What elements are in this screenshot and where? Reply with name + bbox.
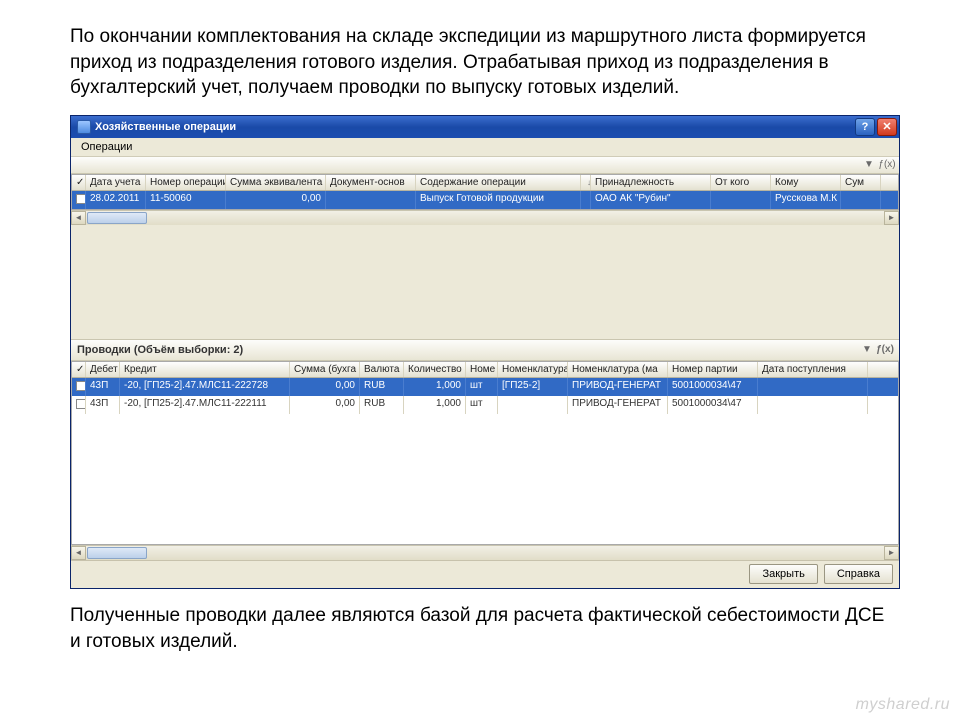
button-bar: Закрыть Справка	[71, 560, 899, 588]
lower-scrollbar[interactable]: ◄ ►	[71, 545, 899, 560]
cell-sum: 0,00	[290, 378, 360, 396]
col-nomen[interactable]: Номенклатура	[498, 362, 568, 377]
operations-grid-header: ✓ Дата учета Номер операции Сумма эквива…	[72, 175, 898, 191]
col-currency[interactable]: Валюта	[360, 362, 404, 377]
col-unit[interactable]: Номе	[466, 362, 498, 377]
postings-panel-header: Проводки (Объём выборки: 2) ▼ ƒ(x)	[71, 339, 899, 361]
col-batch[interactable]: Номер партии	[668, 362, 758, 377]
col-debit[interactable]: Дебет	[86, 362, 120, 377]
cell-content: Выпуск Готовой продукции	[416, 191, 581, 209]
cell-unit: шт	[466, 378, 498, 396]
postings-grid-row[interactable]: 43П -20, [ГП25-2].47.МЛС11-222728 0,00 R…	[72, 378, 898, 396]
col-credit[interactable]: Кредит	[120, 362, 290, 377]
cell-debit: 43П	[86, 396, 120, 414]
formula-icon[interactable]: ƒ(x)	[877, 343, 893, 357]
close-button[interactable]: Закрыть	[749, 564, 817, 584]
scroll-thumb[interactable]	[87, 212, 147, 224]
col-sum[interactable]: Сумма (бухга	[290, 362, 360, 377]
col-doc[interactable]: Документ-основ	[326, 175, 416, 190]
cell-sum: 0,00	[226, 191, 326, 209]
help-button[interactable]: Справка	[824, 564, 893, 584]
postings-panel-title: Проводки (Объём выборки: 2)	[77, 344, 243, 356]
cell-number: 11-50060	[146, 191, 226, 209]
cell-qty: 1,000	[404, 378, 466, 396]
titlebar: Хозяйственные операции ? ✕	[71, 116, 899, 138]
formula-icon[interactable]: ƒ(x)	[879, 158, 895, 172]
operations-grid-row[interactable]: 28.02.2011 11-50060 0,00 Выпуск Готовой …	[72, 191, 898, 209]
cell-doc	[326, 191, 416, 209]
toolstrip-upper: ▼ ƒ(x)	[71, 157, 899, 174]
app-icon	[77, 120, 91, 134]
cell-sumcol	[841, 191, 881, 209]
cell-nomen-m: ПРИВОД-ГЕНЕРАТ	[568, 396, 668, 414]
close-window-button[interactable]: ✕	[877, 118, 897, 136]
cell-batch: 5001000034\47	[668, 396, 758, 414]
help-button[interactable]: ?	[855, 118, 875, 136]
filter-icon[interactable]: ▼	[861, 158, 877, 172]
row-checkbox[interactable]	[76, 381, 86, 391]
cell-credit: -20, [ГП25-2].47.МЛС11-222111	[120, 396, 290, 414]
upper-scrollbar[interactable]: ◄ ►	[71, 210, 899, 225]
col-sumcol[interactable]: Сум	[841, 175, 881, 190]
col-owner[interactable]: Принадлежность	[591, 175, 711, 190]
col-nomen-m[interactable]: Номенклатура (ма	[568, 362, 668, 377]
window-title: Хозяйственные операции	[95, 121, 853, 133]
outro-text: Полученные проводки далее являются базой…	[0, 589, 960, 654]
scroll-thumb[interactable]	[87, 547, 147, 559]
watermark: myshared.ru	[856, 696, 950, 714]
col-to[interactable]: Кому	[771, 175, 841, 190]
cell-qty: 1,000	[404, 396, 466, 414]
app-window: Хозяйственные операции ? ✕ Операции ▼ ƒ(…	[70, 115, 900, 589]
cell-date: 28.02.2011	[86, 191, 146, 209]
postings-grid-header: ✓ Дебет Кредит Сумма (бухга Валюта Колич…	[72, 362, 898, 378]
col-check[interactable]: ✓	[72, 175, 86, 190]
menu-operations[interactable]: Операции	[75, 139, 138, 155]
cell-nomen-m: ПРИВОД-ГЕНЕРАТ	[568, 378, 668, 396]
cell-from	[711, 191, 771, 209]
col-number[interactable]: Номер операции	[146, 175, 226, 190]
scroll-right-icon[interactable]: ►	[884, 546, 899, 560]
col-sum[interactable]: Сумма эквивалента	[226, 175, 326, 190]
row-checkbox[interactable]	[76, 194, 86, 204]
cell-credit: -20, [ГП25-2].47.МЛС11-222728	[120, 378, 290, 396]
cell-nomen	[498, 396, 568, 414]
cell-batch: 5001000034\47	[668, 378, 758, 396]
col-date[interactable]: Дата учета	[86, 175, 146, 190]
col-check[interactable]: ✓	[72, 362, 86, 377]
sort-indicator[interactable]: ↓	[581, 175, 591, 190]
scroll-right-icon[interactable]: ►	[884, 211, 899, 225]
cell-date-in	[758, 396, 868, 414]
postings-grid[interactable]: ✓ Дебет Кредит Сумма (бухга Валюта Колич…	[71, 361, 899, 545]
col-date-in[interactable]: Дата поступления	[758, 362, 868, 377]
cell-date-in	[758, 378, 868, 396]
filter-icon[interactable]: ▼	[859, 343, 875, 357]
cell-owner: ОАО АК "Рубин"	[591, 191, 711, 209]
col-qty[interactable]: Количество	[404, 362, 466, 377]
col-content[interactable]: Содержание операции	[416, 175, 581, 190]
cell-nomen: [ГП25-2]	[498, 378, 568, 396]
scroll-left-icon[interactable]: ◄	[71, 211, 86, 225]
cell-currency: RUB	[360, 396, 404, 414]
col-from[interactable]: От кого	[711, 175, 771, 190]
operations-grid[interactable]: ✓ Дата учета Номер операции Сумма эквива…	[71, 174, 899, 210]
row-checkbox[interactable]	[76, 399, 86, 409]
cell-unit: шт	[466, 396, 498, 414]
cell-currency: RUB	[360, 378, 404, 396]
cell-sum: 0,00	[290, 396, 360, 414]
cell-to: Русскова М.К	[771, 191, 841, 209]
postings-grid-row[interactable]: 43П -20, [ГП25-2].47.МЛС11-222111 0,00 R…	[72, 396, 898, 414]
menubar: Операции	[71, 138, 899, 157]
scroll-left-icon[interactable]: ◄	[71, 546, 86, 560]
intro-text: По окончании комплектования на складе эк…	[0, 0, 960, 111]
cell-debit: 43П	[86, 378, 120, 396]
